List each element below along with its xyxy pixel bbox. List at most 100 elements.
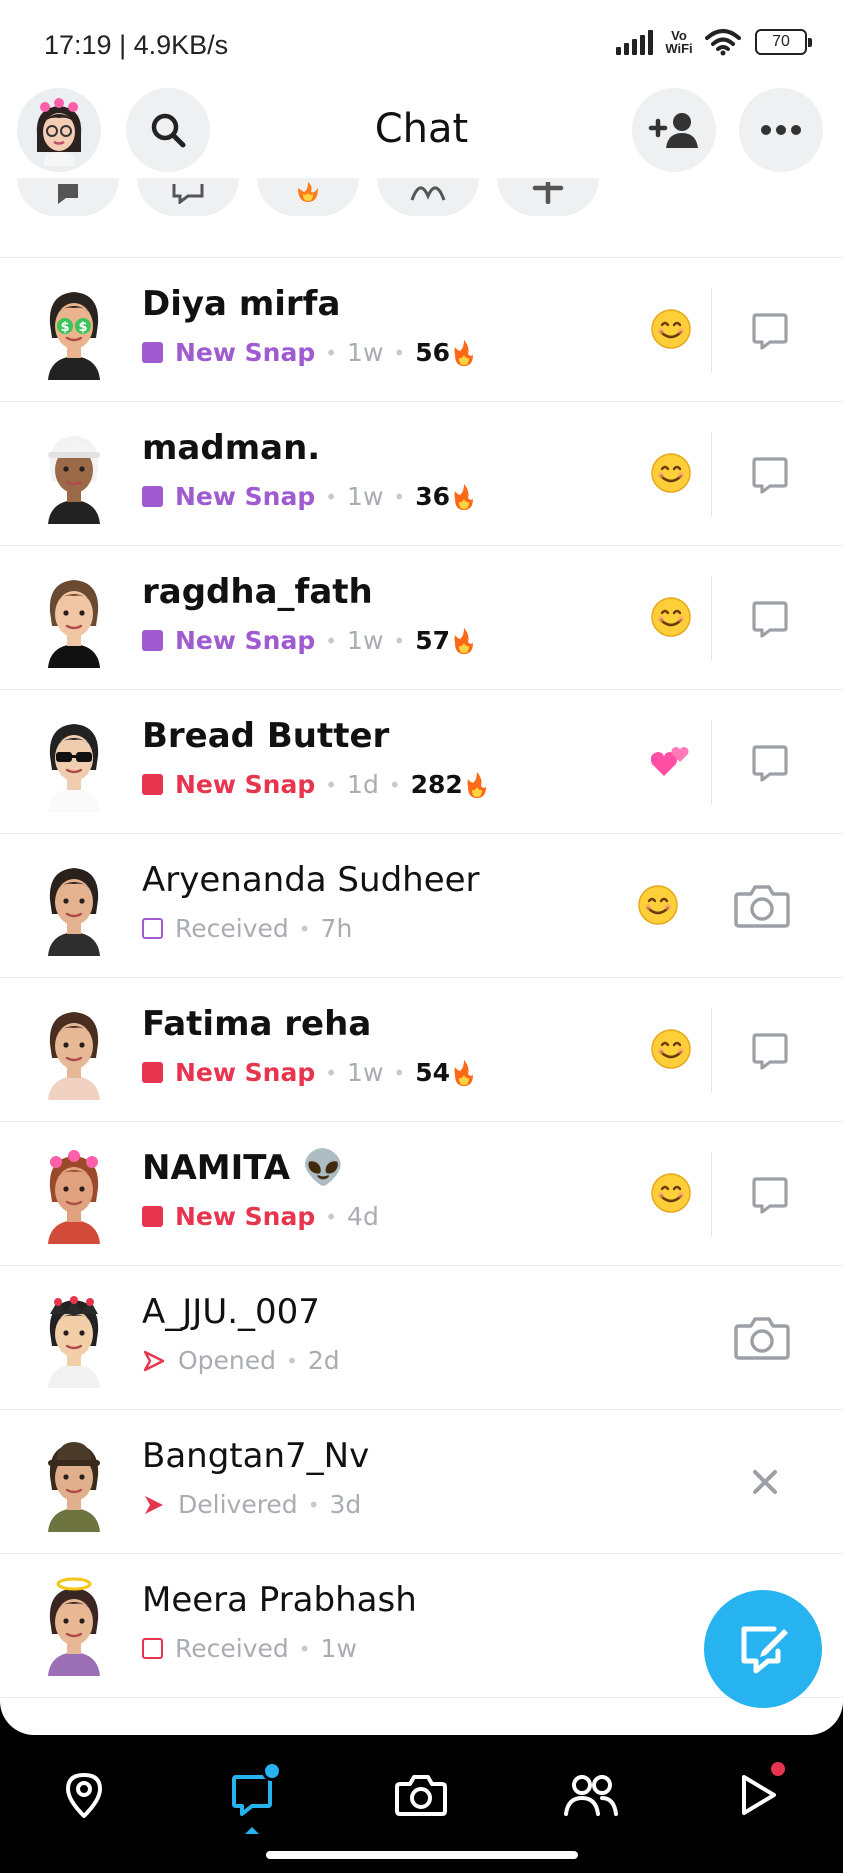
avatar-icon — [36, 98, 82, 166]
nav-chat[interactable] — [222, 1761, 282, 1834]
compose-icon — [741, 1626, 788, 1674]
close-reply-button[interactable] — [737, 1454, 793, 1510]
status-marker-icon — [142, 1062, 175, 1083]
friend-name: Meera Prabhash — [142, 1580, 417, 1620]
chat-status: Delivered — [178, 1490, 298, 1519]
profile-avatar-button[interactable] — [17, 88, 101, 172]
chat-reply-icon — [750, 1174, 790, 1214]
row-divider — [711, 288, 712, 372]
fire-icon — [298, 182, 318, 202]
chat-status-line: Opened • 2d — [142, 1346, 340, 1375]
friend-name: Diya mirfa — [142, 284, 341, 324]
chat-status-line: New Snap • 1w • 36 — [142, 482, 476, 511]
friend-avatar[interactable] — [34, 1144, 114, 1244]
fire-icon — [454, 627, 473, 654]
filter-streaks-pill[interactable] — [257, 178, 359, 216]
status-marker-icon — [142, 1494, 178, 1516]
chat-row[interactable]: $ $ Diya mirfa New Snap • 1w • 56 — [0, 258, 843, 402]
friend-avatar[interactable] — [34, 1288, 114, 1388]
separator-dot: • — [325, 772, 338, 797]
fire-icon — [467, 771, 486, 798]
friend-avatar[interactable] — [34, 1576, 114, 1676]
friend-avatar[interactable]: $ $ — [34, 280, 114, 380]
filter-chats-pill[interactable] — [137, 178, 239, 216]
friend-name: Bangtan7_Nv — [142, 1436, 370, 1476]
separator-dot: • — [298, 916, 311, 941]
chat-row[interactable]: A_JJU._007 Opened • 2d — [0, 1266, 843, 1410]
nav-play[interactable] — [728, 1759, 788, 1825]
chat-row[interactable]: Fatima reha New Snap • 1w • 54 — [0, 978, 843, 1122]
search-button[interactable] — [126, 88, 210, 172]
chat-reply-button[interactable] — [742, 1022, 798, 1078]
chat-status: New Snap — [175, 1058, 316, 1087]
row-divider — [711, 1008, 712, 1092]
chat-reply-button[interactable] — [742, 734, 798, 790]
filter-pills — [0, 178, 843, 240]
friends-icon — [562, 1772, 620, 1818]
friend-avatar[interactable] — [34, 712, 114, 812]
separator-dot: • — [388, 772, 401, 797]
friend-name: A_JJU._007 — [142, 1292, 320, 1332]
battery-icon: 70 — [755, 29, 812, 55]
friend-name: madman. — [142, 428, 321, 468]
chat-row[interactable]: Bangtan7_Nv Delivered • 3d — [0, 1410, 843, 1554]
filter-chat-pill[interactable] — [17, 178, 119, 216]
chat-reply-icon — [750, 310, 790, 350]
chat-reply-icon — [750, 742, 790, 782]
friend-avatar[interactable] — [34, 568, 114, 668]
chat-status: New Snap — [175, 626, 316, 655]
friend-name: Aryenanda Sudheer — [142, 860, 480, 900]
chat-time: 4d — [347, 1202, 379, 1231]
chat-status-line: New Snap • 1w • 54 — [142, 1058, 476, 1087]
new-chat-button[interactable] — [704, 1590, 822, 1708]
chat-row[interactable]: madman. New Snap • 1w • 36 — [0, 402, 843, 546]
nav-map-pin[interactable] — [54, 1765, 114, 1825]
home-indicator[interactable] — [266, 1851, 578, 1859]
vowifi-icon: Vo WiFi — [663, 29, 695, 55]
camera-reply-button[interactable] — [734, 878, 790, 934]
chat-time: 1w — [347, 626, 384, 655]
chat-screen: 17:19 | 4.9KB/s Vo WiFi 70 Chat $ $ Diya… — [0, 0, 843, 1735]
chat-reply-button[interactable] — [742, 590, 798, 646]
filter-add-pill[interactable] — [497, 178, 599, 216]
row-divider — [711, 1152, 712, 1236]
friend-avatar[interactable] — [34, 1000, 114, 1100]
chat-row[interactable]: ragdha_fath New Snap • 1w • 57 — [0, 546, 843, 690]
chat-reply-button[interactable] — [742, 302, 798, 358]
chat-reply-icon — [750, 598, 790, 638]
add-friend-button[interactable] — [632, 88, 716, 172]
friend-avatar[interactable] — [34, 856, 114, 956]
friend-avatar[interactable] — [34, 424, 114, 524]
chat-status-line: Received • 7h — [142, 914, 352, 943]
separator-dot: • — [325, 340, 338, 365]
chat-row[interactable]: Aryenanda Sudheer Received • 7h — [0, 834, 843, 978]
chat-status-line: New Snap • 1d • 282 — [142, 770, 489, 799]
chat-reply-button[interactable] — [742, 446, 798, 502]
friend-avatar[interactable] — [34, 1432, 114, 1532]
chat-row[interactable]: NAMITA 👽 New Snap • 4d — [0, 1122, 843, 1266]
friend-name: Fatima reha — [142, 1004, 372, 1044]
more-options-button[interactable] — [739, 88, 823, 172]
fire-icon — [454, 339, 473, 366]
smile-emoji-icon — [650, 308, 692, 350]
row-divider — [711, 576, 712, 660]
separator-dot: • — [298, 1636, 311, 1661]
camera-icon — [394, 1772, 448, 1818]
separator-dot: • — [393, 340, 406, 365]
nav-friends[interactable] — [561, 1765, 621, 1825]
status-marker-icon — [142, 1638, 175, 1659]
camera-reply-button[interactable] — [734, 1310, 790, 1366]
nav-camera[interactable] — [391, 1765, 451, 1825]
chat-reply-button[interactable] — [742, 1166, 798, 1222]
chat-time: 2d — [307, 1346, 340, 1375]
chat-row[interactable]: Bread Butter New Snap • 1d • 282 — [0, 690, 843, 834]
hearts-emoji-icon — [650, 740, 692, 782]
chat-status: New Snap — [175, 482, 316, 511]
status-marker-icon — [142, 1350, 178, 1372]
filter-link-pill[interactable] — [377, 178, 479, 216]
friend-name: Bread Butter — [142, 716, 390, 756]
status-marker-icon — [142, 774, 175, 795]
chat-time: 1w — [320, 1634, 357, 1663]
chat-status-line: New Snap • 1w • 57 — [142, 626, 476, 655]
status-marker-icon — [142, 918, 175, 939]
